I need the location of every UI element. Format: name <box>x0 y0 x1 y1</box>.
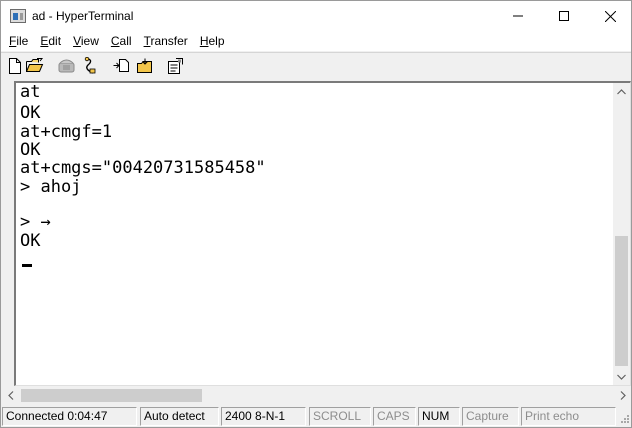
menu-file[interactable]: File <box>3 31 34 51</box>
close-icon <box>604 10 616 22</box>
chevron-left-icon <box>7 391 13 400</box>
maximize-icon <box>559 11 569 21</box>
menu-help[interactable]: Help <box>194 31 231 51</box>
open-folder-icon <box>26 58 44 72</box>
properties-button[interactable] <box>166 57 184 74</box>
status-detect: Auto detect <box>140 407 219 426</box>
vertical-scroll-thumb[interactable] <box>615 236 628 366</box>
terminal-line: at <box>20 83 41 102</box>
hyperterminal-app-icon[interactable] <box>10 9 26 23</box>
properties-icon <box>168 57 183 74</box>
chevron-down-icon <box>617 374 626 380</box>
call-button[interactable] <box>57 57 75 74</box>
terminal-line: > ahoj <box>20 177 82 197</box>
menu-call-label: all <box>119 34 132 48</box>
terminal-line: > → <box>20 212 51 232</box>
status-connected: Connected 0:04:47 <box>2 407 137 426</box>
menu-file-label: ile <box>16 34 29 48</box>
receive-file-icon <box>136 58 152 73</box>
menu-edit[interactable]: Edit <box>34 31 67 51</box>
receive-button[interactable] <box>135 57 153 74</box>
chevron-right-icon <box>620 391 626 400</box>
send-button[interactable] <box>112 57 130 74</box>
open-button[interactable] <box>26 57 44 74</box>
scroll-up-button[interactable] <box>613 83 630 100</box>
menu-view-label: iew <box>80 34 99 48</box>
menu-call[interactable]: Call <box>105 31 138 51</box>
menu-transfer[interactable]: Transfer <box>138 31 194 51</box>
disconnect-button[interactable] <box>81 57 99 74</box>
menu-bar: File Edit View Call Transfer Help <box>1 31 631 51</box>
text-cursor <box>22 264 32 267</box>
status-bar: Connected 0:04:47 Auto detect 2400 8-N-1… <box>1 405 631 427</box>
horizontal-scroll-thumb[interactable] <box>21 389 202 402</box>
scroll-left-button[interactable] <box>2 387 19 404</box>
terminal-screen[interactable]: at OK at+cmgf=1 OK at+cmgs="004207315854… <box>18 83 612 385</box>
menu-edit-label: dit <box>48 34 62 48</box>
new-connection-button[interactable] <box>6 57 24 74</box>
terminal-line: OK <box>20 231 41 251</box>
send-file-icon <box>113 59 129 72</box>
horizontal-scrollbar[interactable] <box>2 387 631 404</box>
menu-call-mnemonic: C <box>110 34 120 48</box>
minimize-icon <box>513 15 523 17</box>
new-file-icon <box>9 57 21 74</box>
chevron-up-icon <box>617 88 626 94</box>
title-bar[interactable]: ad - HyperTerminal <box>1 1 631 31</box>
menu-view-mnemonic: V <box>73 34 81 48</box>
close-button[interactable] <box>587 1 632 31</box>
hyperterminal-window: ad - HyperTerminal File Edit View Call T… <box>0 0 632 428</box>
minimize-button[interactable] <box>495 1 541 31</box>
status-caps: CAPS <box>373 407 416 426</box>
menu-help-label: elp <box>208 34 225 48</box>
terminal-line: OK <box>20 103 41 123</box>
menu-transfer-label: ransfer <box>150 34 188 48</box>
vertical-scrollbar[interactable] <box>613 83 630 385</box>
terminal-line: at+cmgs="00420731585458" <box>20 158 266 178</box>
status-scroll: SCROLL <box>309 407 371 426</box>
maximize-button[interactable] <box>541 1 587 31</box>
status-print-echo: Print echo <box>521 407 616 426</box>
call-icon <box>58 59 74 73</box>
menu-view[interactable]: View <box>67 31 105 51</box>
resize-grip-icon[interactable] <box>618 414 630 426</box>
scroll-right-button[interactable] <box>614 387 631 404</box>
scroll-down-button[interactable] <box>613 368 630 385</box>
status-capture: Capture <box>462 407 519 426</box>
status-num: NUM <box>418 407 460 426</box>
window-title: ad - HyperTerminal <box>32 9 134 23</box>
toolbar <box>1 52 631 77</box>
terminal-frame: at OK at+cmgf=1 OK at+cmgs="004207315854… <box>14 81 631 386</box>
status-port-settings: 2400 8-N-1 <box>221 407 306 426</box>
disconnect-icon <box>84 57 96 74</box>
